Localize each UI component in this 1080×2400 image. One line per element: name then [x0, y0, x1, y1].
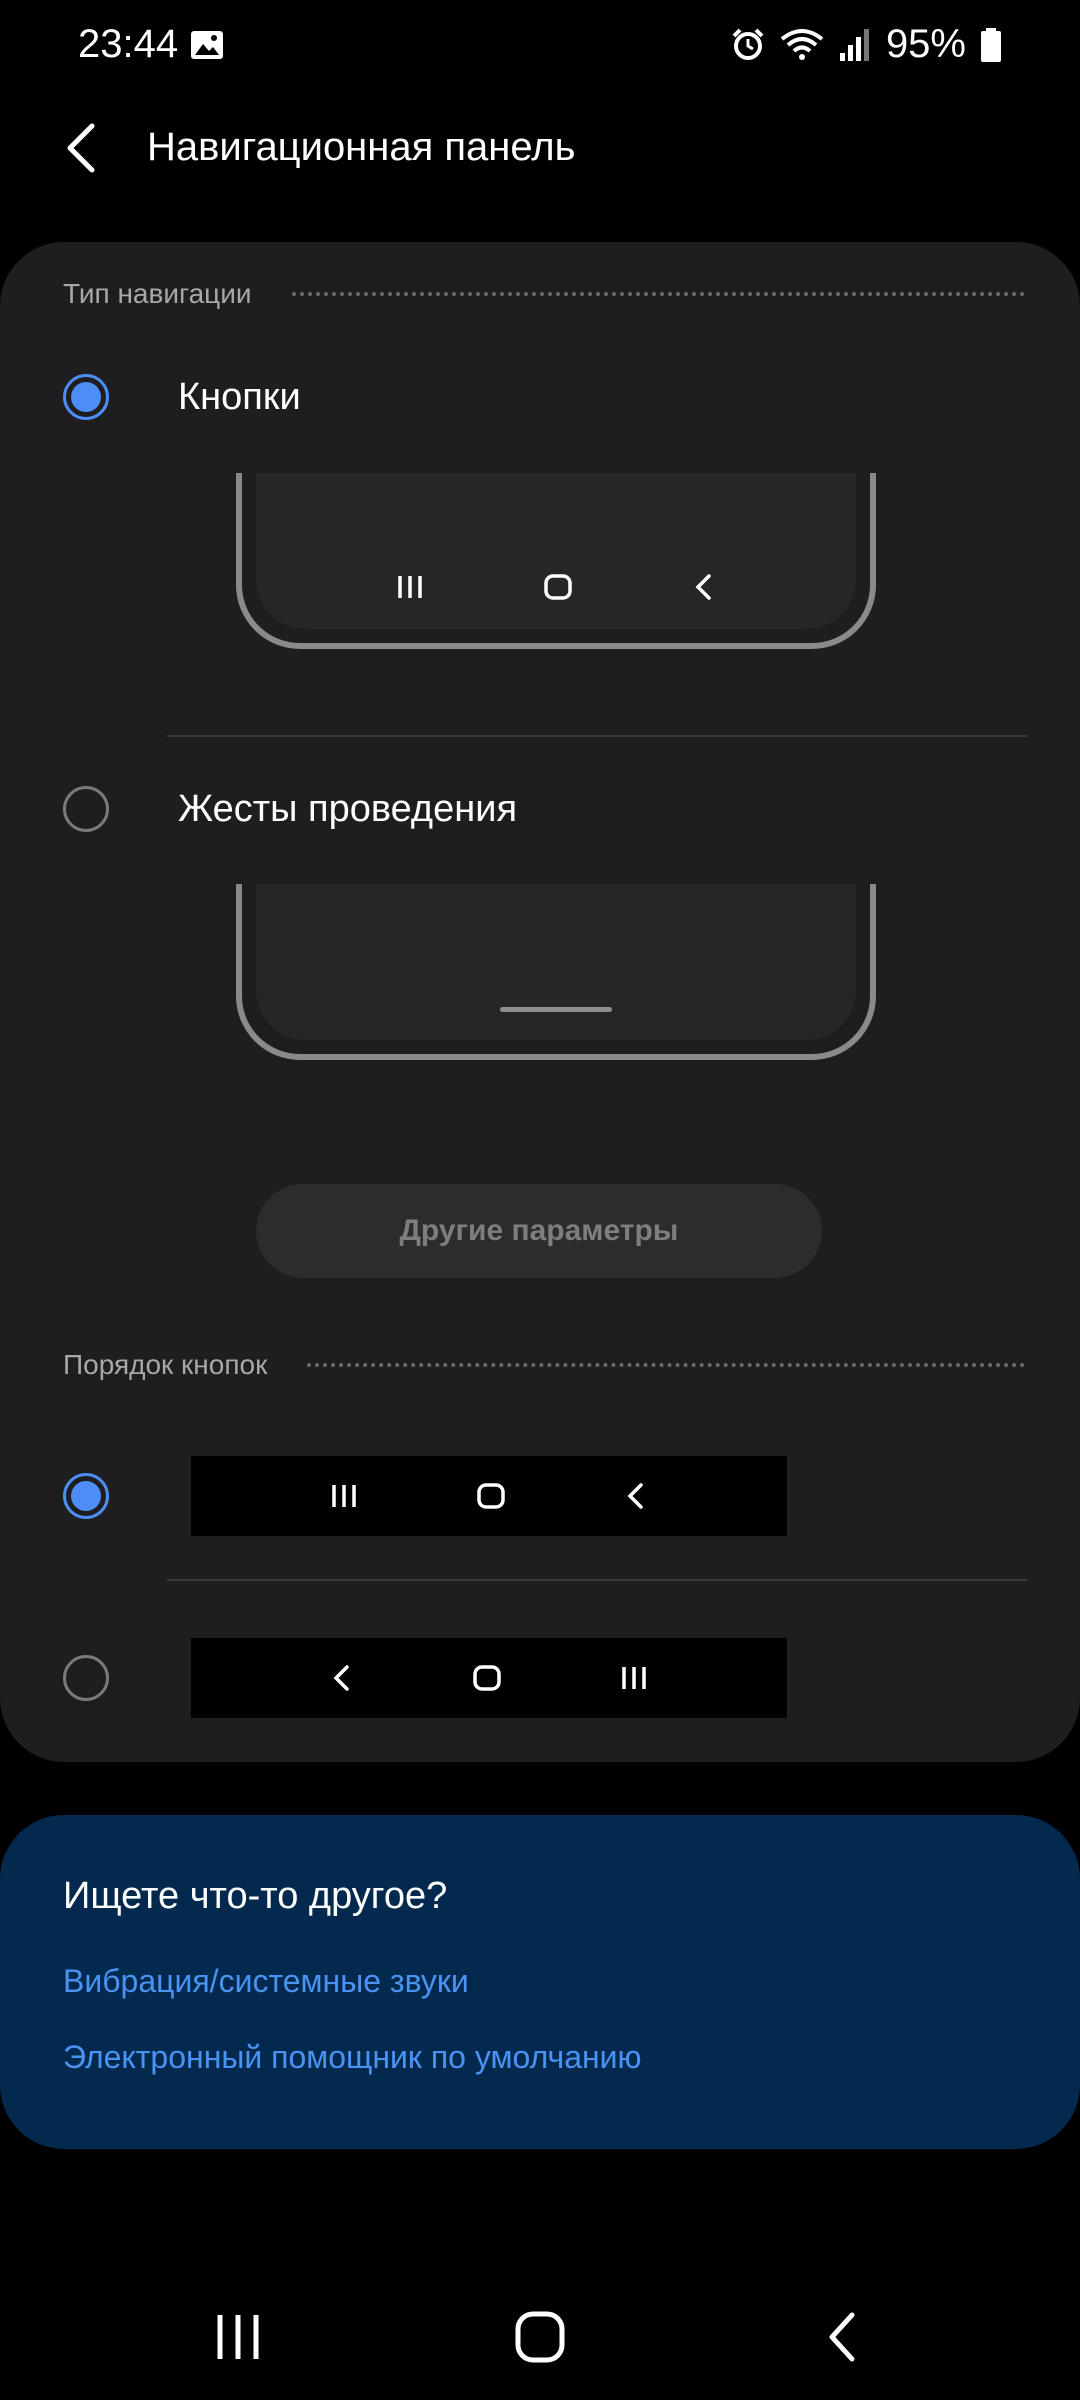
home-icon — [473, 1665, 501, 1691]
back-icon — [695, 574, 712, 600]
recents-button[interactable] — [212, 2312, 264, 2362]
link-default-assistant[interactable]: Электронный помощник по умолчанию — [63, 2039, 642, 2076]
option-buttons[interactable]: Кнопки — [0, 352, 1080, 442]
status-bar: 23:44 95% — [0, 0, 1080, 96]
recents-icon — [397, 576, 422, 598]
option-gestures[interactable]: Жесты проведения — [0, 764, 1080, 854]
option-divider — [167, 735, 1027, 737]
link-vibration-sounds[interactable]: Вибрация/системные звуки — [63, 1963, 469, 2000]
navigation-type-header: Тип навигации — [63, 278, 1025, 310]
suggestions-card: Ищете что-то другое? Вибрация/системные … — [0, 1815, 1080, 2149]
order-option-1[interactable] — [0, 1448, 1080, 1544]
home-icon — [477, 1483, 505, 1509]
button-order-label: Порядок кнопок — [63, 1349, 268, 1380]
section-divider — [291, 292, 1025, 296]
back-icon — [627, 1483, 643, 1509]
battery-percentage: 95% — [885, 22, 966, 66]
alarm-icon — [732, 28, 764, 60]
button-order-header: Порядок кнопок — [63, 1349, 1025, 1381]
preview-nav-buttons — [256, 567, 856, 607]
battery-icon — [981, 27, 1001, 62]
order-1-preview — [191, 1456, 787, 1536]
gestures-preview-screen — [256, 884, 856, 1040]
suggestions-title: Ищете что-то другое? — [63, 1875, 448, 1917]
option-buttons-label: Кнопки — [178, 376, 301, 418]
signal-icon — [839, 28, 869, 61]
radio-buttons-selected[interactable] — [63, 374, 109, 420]
gestures-preview[interactable] — [236, 884, 876, 1060]
wifi-icon — [780, 28, 824, 60]
navigation-settings-card: Тип навигации Кнопки Жесты проведения По… — [0, 242, 1080, 1762]
more-options-button[interactable]: Другие параметры — [256, 1184, 822, 1278]
buttons-preview[interactable] — [236, 473, 876, 649]
section-divider — [307, 1363, 1025, 1367]
page-title: Навигационная панель — [147, 125, 576, 169]
order-option-2[interactable] — [0, 1630, 1080, 1726]
navigation-type-label: Тип навигации — [63, 278, 252, 309]
radio-gestures[interactable] — [63, 786, 109, 832]
back-button[interactable] — [822, 2310, 862, 2364]
home-button[interactable] — [514, 2310, 566, 2364]
gesture-handle — [500, 1007, 612, 1012]
option-gestures-label: Жесты проведения — [178, 788, 518, 830]
home-icon — [544, 574, 572, 600]
back-arrow-icon[interactable] — [60, 118, 110, 178]
back-icon — [333, 1665, 349, 1691]
recents-icon — [332, 1485, 356, 1507]
order-2-preview — [191, 1638, 787, 1718]
status-time: 23:44 — [78, 22, 179, 66]
status-icons: 95% — [730, 22, 1002, 67]
system-navigation-bar — [0, 2290, 1080, 2400]
radio-order-2[interactable] — [63, 1655, 109, 1701]
buttons-preview-screen — [256, 473, 856, 629]
option-divider — [167, 1579, 1027, 1581]
radio-order-1-selected[interactable] — [63, 1473, 109, 1519]
recents-icon — [622, 1667, 646, 1689]
image-icon — [191, 31, 223, 59]
